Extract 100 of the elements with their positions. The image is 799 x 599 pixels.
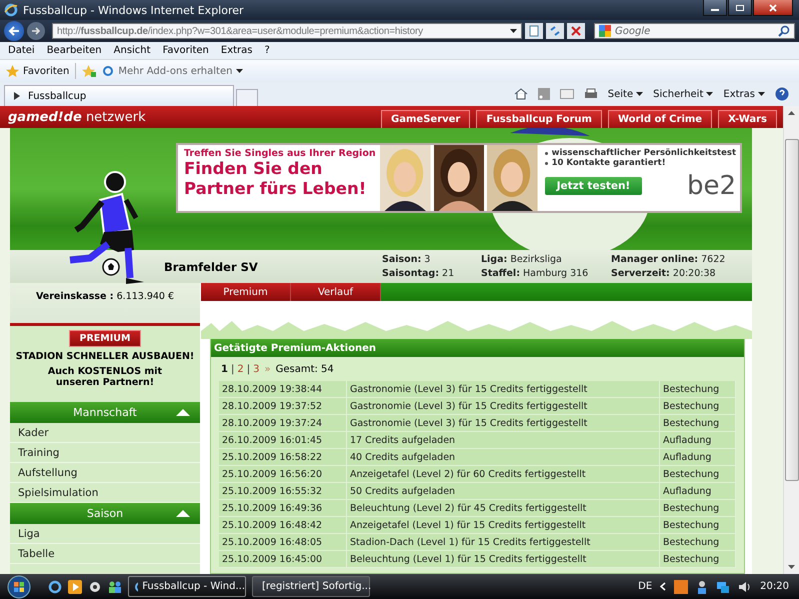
- user-icon[interactable]: [696, 580, 708, 594]
- table-cell: Aufladung: [660, 432, 736, 449]
- network-icon[interactable]: [716, 580, 730, 594]
- table-cell: 40 Credits aufgeladen: [347, 449, 660, 466]
- page-separator: |: [230, 364, 234, 374]
- caret-icon: [758, 92, 765, 96]
- page-separator: |: [246, 364, 250, 374]
- clock[interactable]: 20:20: [760, 581, 789, 592]
- close-icon: [768, 4, 778, 12]
- chevron-left-icon[interactable]: [660, 582, 666, 591]
- home-icon[interactable]: [514, 88, 528, 100]
- table-cell: Bestechung: [660, 534, 736, 551]
- scroll-thumb[interactable]: [784, 139, 798, 481]
- table-cell: Bestechung: [660, 551, 736, 568]
- promo-title: STADION SCHNELLER AUSBAUEN!: [16, 351, 194, 362]
- media-player-icon[interactable]: [68, 580, 82, 594]
- table-cell: 25.10.2009 16:48:05: [219, 534, 347, 551]
- scrollbar[interactable]: [783, 106, 799, 574]
- premium-button[interactable]: PREMIUM: [68, 330, 142, 347]
- address-field[interactable]: http://fussballcup.de/index.php?w=301&area=user&module=premium&action=history: [52, 23, 522, 39]
- minimize-button[interactable]: [703, 0, 727, 16]
- table-cell: Anzeigetafel (Level 2) für 60 Credits fertiggestellt: [347, 466, 660, 483]
- taskbar-button[interactable]: [registriert] Sofortig...: [252, 576, 370, 597]
- stat-text: Staffel: Hamburg 316: [481, 268, 590, 279]
- table-cell: Gastronomie (Level 3) für 15 Credits fertiggestellt: [347, 381, 660, 398]
- dropdown-icon: [510, 29, 517, 33]
- taskbar-button[interactable]: Fussballcup - Wind...: [128, 576, 246, 597]
- help-icon[interactable]: [775, 87, 789, 101]
- collapse-icon[interactable]: [176, 409, 190, 416]
- stat-text: Saisontag: 21: [382, 268, 456, 279]
- add-favorite-icon[interactable]: [82, 65, 96, 77]
- window-title: Fussballcup - Windows Internet Explorer: [23, 4, 244, 16]
- collapse-icon[interactable]: [176, 510, 190, 517]
- table-cell: Bestechung: [660, 500, 736, 517]
- caret-icon: [636, 92, 644, 96]
- page-link[interactable]: 1: [221, 364, 228, 374]
- stop-icon[interactable]: [567, 23, 585, 39]
- language-indicator[interactable]: DE: [638, 581, 652, 592]
- printer-icon[interactable]: [584, 88, 598, 100]
- page-link[interactable]: 3: [253, 364, 260, 374]
- tray-app-icon[interactable]: [674, 580, 688, 594]
- promo-text[interactable]: Auch KOSTENLOS mit unseren Partnern!: [25, 366, 185, 388]
- users-icon[interactable]: [108, 580, 122, 594]
- addons-button[interactable]: Mehr Add-ons erhalten: [102, 65, 244, 77]
- network-link[interactable]: World of Crime: [608, 110, 712, 128]
- volume-icon[interactable]: [738, 580, 752, 592]
- table-cell: Bestechung: [660, 517, 736, 534]
- total-count: Gesamt: 54: [276, 364, 334, 374]
- menu-item[interactable]: Bearbeiten: [46, 45, 102, 56]
- url-text: http://fussballcup.de/index.php?w=301&area=user&module=premium&action=history: [57, 26, 424, 36]
- scroll-down-icon[interactable]: [788, 565, 795, 569]
- sidebar-link[interactable]: Liga: [10, 524, 200, 544]
- stat-text: Liga: Bezirksliga: [481, 254, 563, 265]
- menu-item[interactable]: ?: [264, 45, 270, 56]
- sidebar-link[interactable]: Aufstellung: [10, 463, 200, 483]
- table-cell: 25.10.2009 16:49:36: [219, 500, 347, 517]
- back-arrow-icon: [7, 25, 21, 37]
- content-tab[interactable]: Verlauf: [291, 283, 381, 301]
- table-cell: Bestechung: [660, 466, 736, 483]
- network-link[interactable]: X-Wars: [718, 110, 777, 128]
- scroll-up-icon[interactable]: [788, 111, 795, 115]
- table-cell: 28.10.2009 19:38:44: [219, 381, 347, 398]
- section-header[interactable]: Mannschaft: [10, 402, 200, 423]
- table-cell: 25.10.2009 16:55:32: [219, 483, 347, 500]
- section-header[interactable]: Saison: [10, 503, 200, 524]
- content-tab[interactable]: Premium: [201, 283, 291, 301]
- network-link[interactable]: Fussballcup Forum: [476, 110, 602, 128]
- browser-tab[interactable]: Fussballcup: [4, 85, 234, 106]
- command-menu[interactable]: Extras: [723, 88, 765, 100]
- menu-item[interactable]: Datei: [8, 45, 35, 56]
- command-menu[interactable]: Seite: [608, 88, 644, 100]
- table-cell: 28.10.2009 19:37:24: [219, 415, 347, 432]
- favorites-button[interactable]: Favoriten: [6, 65, 70, 77]
- table-cell: Beleuchtung (Level 1) für 15 Credits fertiggestellt: [347, 551, 660, 568]
- maximize-button[interactable]: [728, 0, 752, 16]
- section-title: Mannschaft: [73, 406, 137, 419]
- search-field[interactable]: Google: [594, 23, 795, 39]
- page-link[interactable]: 2: [237, 364, 244, 374]
- table-cell: 28.10.2009 19:37:52: [219, 398, 347, 415]
- table-cell: Aufladung: [660, 449, 736, 466]
- sidebar-link[interactable]: Tabelle: [10, 544, 200, 564]
- menu-item[interactable]: Extras: [220, 45, 252, 56]
- back-button[interactable]: [4, 21, 24, 41]
- menu-item[interactable]: Ansicht: [114, 45, 151, 56]
- command-menu[interactable]: Sicherheit: [653, 88, 714, 100]
- stat-text: Manager online: 7622: [611, 254, 726, 265]
- network-link[interactable]: GameServer: [381, 110, 470, 128]
- forward-button[interactable]: [27, 22, 45, 40]
- stat-text: Saison: 3: [382, 254, 432, 265]
- table-cell: Stadion-Dach (Level 1) für 15 Credits fertiggestellt: [347, 534, 660, 551]
- table-cell: Gastronomie (Level 3) für 15 Credits fertiggestellt: [347, 398, 660, 415]
- table-cell: 25.10.2009 16:48:42: [219, 517, 347, 534]
- close-button[interactable]: [753, 0, 793, 16]
- table-cell: Bestechung: [660, 398, 736, 415]
- sidebar-link[interactable]: Kader: [10, 423, 200, 443]
- caret-icon: [236, 69, 244, 73]
- table-cell: Bestechung: [660, 415, 736, 432]
- sidebar-link[interactable]: Training: [10, 443, 200, 463]
- network-logo[interactable]: gamed!de netzwerk: [8, 110, 146, 124]
- menu-item[interactable]: Favoriten: [162, 45, 209, 56]
